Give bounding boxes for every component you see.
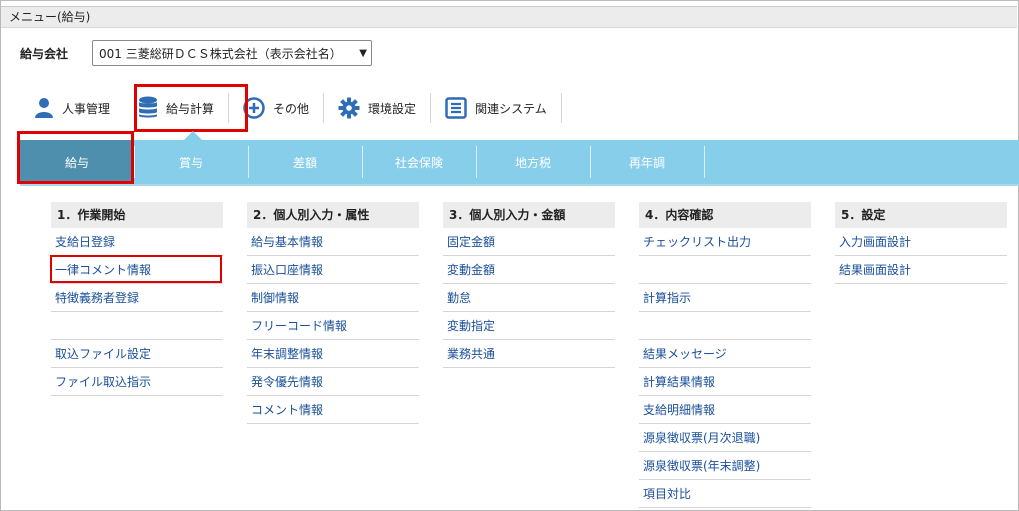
tab-social-insurance[interactable]: 社会保険	[362, 140, 476, 184]
menu-link[interactable]: 振込口座情報	[247, 256, 419, 284]
menu-link[interactable]: 発令優先情報	[247, 368, 419, 396]
tab-divider	[704, 146, 705, 178]
menu-link[interactable]: 業務共通	[443, 340, 615, 368]
company-label: 給与会社	[20, 46, 69, 61]
nav-label: その他	[273, 101, 310, 116]
menu-link[interactable]: 入力画面設計	[835, 228, 1007, 256]
nav-divider	[560, 93, 562, 123]
tab-underline	[20, 184, 1019, 186]
menu-empty-slot	[51, 312, 223, 340]
company-select-value: 001 三菱総研ＤＣＳ株式会社（表示会社名）	[99, 46, 342, 61]
menu-link[interactable]: 取込ファイル設定	[51, 340, 223, 368]
column-heading: 3．個人別入力・金額	[443, 202, 615, 228]
menu-link[interactable]: 固定金額	[443, 228, 615, 256]
salary-tab-highlight	[17, 131, 134, 184]
menu-link[interactable]: チェックリスト出力	[639, 228, 811, 256]
menu-link[interactable]: 計算結果情報	[639, 368, 811, 396]
chevron-down-icon: ▼	[359, 47, 367, 59]
gear-icon	[338, 97, 360, 119]
menu-column-review: 4．内容確認 チェックリスト出力 計算指示 結果メッセージ 計算結果情報 支給明…	[639, 202, 811, 508]
menu-link[interactable]: コメント情報	[247, 396, 419, 424]
list-box-icon	[445, 97, 467, 119]
column-heading: 4．内容確認	[639, 202, 811, 228]
tab-year-end-readjust[interactable]: 再年調	[590, 140, 704, 184]
menu-link[interactable]: 年末調整情報	[247, 340, 419, 368]
company-select[interactable]: 001 三菱総研ＤＣＳ株式会社（表示会社名） ▼	[92, 40, 372, 66]
person-icon	[34, 97, 54, 119]
column-heading: 1．作業開始	[51, 202, 223, 228]
menu-column-attributes: 2．個人別入力・属性 給与基本情報 振込口座情報 制御情報 フリーコード情報 年…	[247, 202, 419, 424]
menu-link[interactable]: 結果画面設計	[835, 256, 1007, 284]
column-heading: 5．設定	[835, 202, 1007, 228]
nav-label: 環境設定	[368, 101, 417, 116]
menu-link[interactable]: 結果メッセージ	[639, 340, 811, 368]
menu-column-amounts: 3．個人別入力・金額 固定金額 変動金額 勤怠 変動指定 業務共通	[443, 202, 615, 368]
tab-bar: 給与 賞与 差額 社会保険 地方税 再年調	[20, 140, 1019, 184]
menu-link[interactable]: 源泉徴収票(月次退職)	[639, 424, 811, 452]
nav-environment-settings[interactable]: 環境設定	[324, 90, 430, 126]
nav-pointer	[184, 131, 202, 140]
menu-link[interactable]: 項目対比	[639, 480, 811, 508]
menu-column-settings: 5．設定 入力画面設計 結果画面設計	[835, 202, 1007, 284]
menu-link[interactable]: ファイル取込指示	[51, 368, 223, 396]
tab-label: 地方税	[514, 155, 551, 170]
tab-bonus[interactable]: 賞与	[134, 140, 248, 184]
tab-difference[interactable]: 差額	[248, 140, 362, 184]
menu-link[interactable]: フリーコード情報	[247, 312, 419, 340]
menu-link[interactable]: 制御情報	[247, 284, 419, 312]
tab-label: 差額	[292, 155, 317, 170]
tab-label: 賞与	[178, 155, 203, 170]
menu-link[interactable]: 給与基本情報	[247, 228, 419, 256]
menu-link[interactable]: 勤怠	[443, 284, 615, 312]
menu-link[interactable]: 特徴義務者登録	[51, 284, 223, 312]
menu-empty-slot	[639, 256, 811, 284]
nav-related-systems[interactable]: 関連システム	[431, 90, 561, 126]
window-title: メニュー(給与)	[1, 6, 1017, 28]
nav-label: 人事管理	[62, 101, 111, 116]
menu-empty-slot	[639, 312, 811, 340]
menu-link[interactable]: 変動金額	[443, 256, 615, 284]
payroll-nav-highlight	[134, 84, 248, 132]
nav-label: 関連システム	[475, 101, 547, 116]
menu-link[interactable]: 源泉徴収票(年末調整)	[639, 452, 811, 480]
menu-column-start: 1．作業開始 支給日登録 一律コメント情報 特徴義務者登録 取込ファイル設定 フ…	[51, 202, 223, 396]
menu-link[interactable]: 支給日登録	[51, 228, 223, 256]
column-heading: 2．個人別入力・属性	[247, 202, 419, 228]
tab-label: 再年調	[628, 155, 665, 170]
uniform-comment-highlight	[50, 255, 222, 283]
company-row: 給与会社 001 三菱総研ＤＣＳ株式会社（表示会社名） ▼	[20, 40, 372, 66]
nav-hr-management[interactable]: 人事管理	[20, 90, 124, 126]
menu-link[interactable]: 変動指定	[443, 312, 615, 340]
top-navigation: 人事管理 給与計算 その他 環境設定 関連システム	[20, 90, 562, 126]
menu-link[interactable]: 支給明細情報	[639, 396, 811, 424]
menu-link[interactable]: 計算指示	[639, 284, 811, 312]
tab-local-tax[interactable]: 地方税	[476, 140, 590, 184]
tab-label: 社会保険	[394, 155, 443, 170]
